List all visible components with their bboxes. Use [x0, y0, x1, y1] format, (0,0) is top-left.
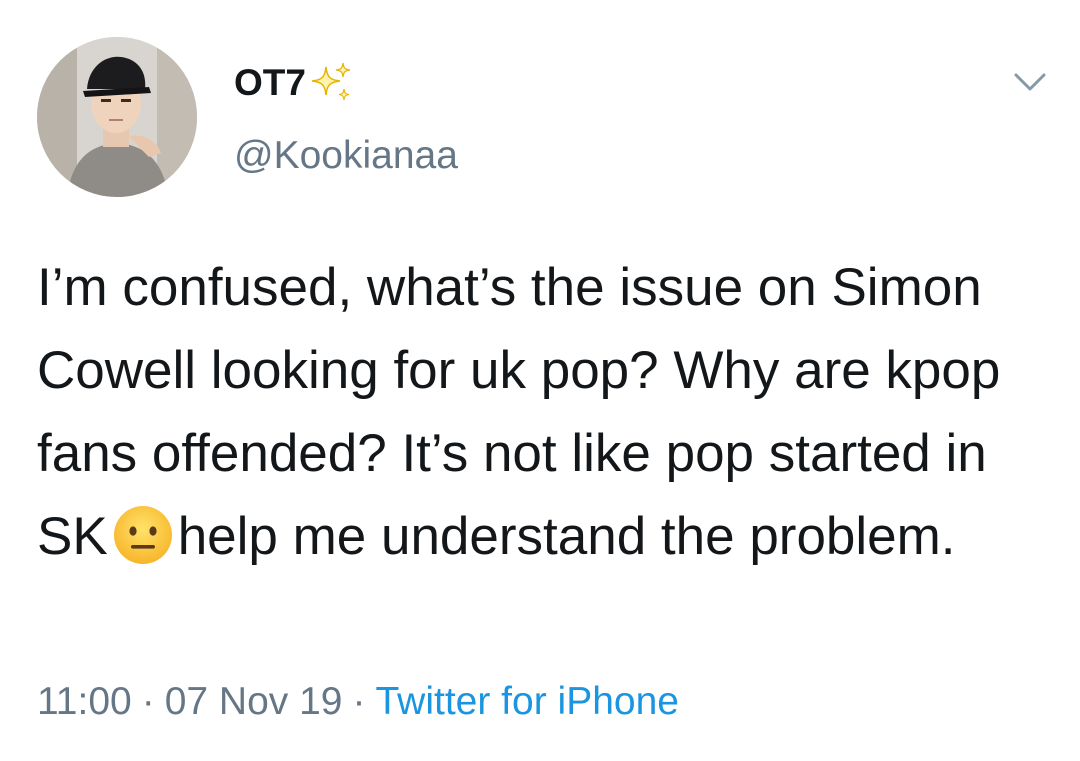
tweet-text-part-2: help me understand the problem. — [177, 507, 956, 566]
avatar-image — [37, 37, 197, 197]
name-row: OT7 — [234, 56, 354, 110]
tweet-text: I’m confused, what’s the issue on Simon … — [37, 246, 1047, 578]
chevron-down-icon[interactable] — [1012, 68, 1048, 96]
avatar[interactable] — [37, 37, 197, 197]
neutral-face-icon — [112, 504, 174, 566]
meta-separator: · — [141, 680, 155, 723]
tweet-meta: 11:00 · 07 Nov 19 · Twitter for iPhone — [37, 680, 679, 724]
sparkles-icon — [310, 61, 354, 105]
tweet-card: OT7 @Kookianaa I’m confused, what’s the … — [0, 0, 1080, 761]
meta-separator: · — [352, 680, 366, 723]
display-name[interactable]: OT7 — [234, 62, 306, 104]
tweet-source-link[interactable]: Twitter for iPhone — [376, 680, 679, 723]
tweet-time[interactable]: 11:00 — [37, 680, 132, 723]
tweet-date[interactable]: 07 Nov 19 — [165, 680, 343, 723]
user-handle[interactable]: @Kookianaa — [234, 134, 458, 178]
